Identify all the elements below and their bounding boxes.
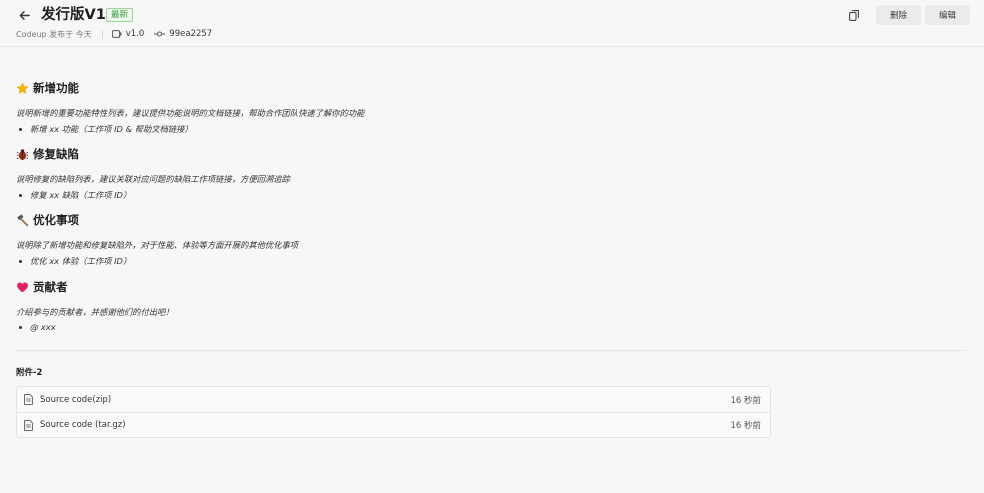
- delete-button[interactable]: 删除: [876, 5, 921, 25]
- divider: [101, 29, 103, 39]
- commit-icon: [154, 31, 166, 37]
- attachments-title: 附件-2: [16, 368, 43, 378]
- list-item-text: 优化 xx 体验（工作项 ID）: [30, 256, 132, 266]
- file-icon: [24, 394, 33, 405]
- attachment-time: 16 秒前: [730, 421, 761, 431]
- section-description: 说明新增的重要功能特性列表，建议提供功能说明的文档链接，帮助合作团队快速了解你的…: [16, 108, 365, 118]
- back-button[interactable]: [14, 5, 34, 25]
- section-description: 介绍参与的贡献者，并感谢他们的付出吧！: [16, 307, 174, 317]
- hammer-icon: [16, 214, 29, 227]
- section-bug-fixes: 修复缺陷: [16, 146, 79, 162]
- attachment-name[interactable]: Source code(zip): [40, 395, 111, 405]
- file-icon: [24, 419, 33, 431]
- section-title: 贡献者: [33, 280, 68, 294]
- section-optimizations: 优化事项: [16, 212, 79, 228]
- attachment-row[interactable]: Source code(zip) 16 秒前: [17, 387, 770, 412]
- section-description: 说明除了新增功能和修复缺陷外，对于性能、体验等方面开展的其他优化事项: [16, 240, 299, 250]
- copy-button[interactable]: [846, 7, 862, 23]
- list-item-text: @ xxx: [30, 322, 56, 332]
- release-meta: Codeup 发布于 今天 v1.0 99ea2257: [16, 28, 212, 40]
- attachment-time: 16 秒前: [730, 395, 761, 406]
- release-header: 发行版V1 最新 Codeup 发布于 今天 v1.0 99ea2257 删除 …: [0, 0, 984, 47]
- section-title: 优化事项: [33, 213, 79, 227]
- tag-icon: [111, 30, 122, 38]
- section-title: 修复缺陷: [33, 147, 79, 161]
- arrow-left-icon: [19, 10, 30, 20]
- list-item-text: 新增 xx 功能（工作项 ID & 帮助文档链接）: [30, 124, 193, 134]
- list-item: 新增 xx 功能（工作项 ID & 帮助文档链接）: [16, 123, 193, 135]
- edit-button[interactable]: 编辑: [925, 5, 970, 25]
- publisher-text: Codeup 发布于 今天: [16, 29, 92, 39]
- page-title: 发行版V1: [41, 7, 106, 23]
- section-contributors: 贡献者: [16, 279, 68, 295]
- list-item: @ xxx: [16, 322, 56, 332]
- attachment-row[interactable]: Source code (tar.gz) 16 秒前: [17, 412, 770, 437]
- list-item: 优化 xx 体验（工作项 ID）: [16, 255, 131, 267]
- section-new-features: 新增功能: [16, 80, 79, 96]
- section-description: 说明修复的缺陷列表，建议关联对应问题的缺陷工作项链接，方便回溯追踪: [16, 174, 290, 184]
- section-title: 新增功能: [33, 81, 79, 95]
- attachment-name[interactable]: Source code (tar.gz): [40, 420, 126, 430]
- attachments-list: Source code(zip) 16 秒前 Source code (tar.…: [16, 386, 771, 438]
- list-item-text: 修复 xx 缺陷（工作项 ID）: [30, 190, 132, 200]
- heart-icon: [16, 281, 29, 294]
- list-item: 修复 xx 缺陷（工作项 ID）: [16, 189, 131, 201]
- bug-icon: [16, 148, 29, 161]
- latest-badge: 最新: [106, 8, 134, 22]
- commit-hash[interactable]: 99ea2257: [169, 29, 212, 39]
- star-icon: [16, 81, 29, 95]
- copy-icon: [849, 9, 859, 21]
- divider: [16, 350, 966, 351]
- tag-value[interactable]: v1.0: [126, 29, 145, 39]
